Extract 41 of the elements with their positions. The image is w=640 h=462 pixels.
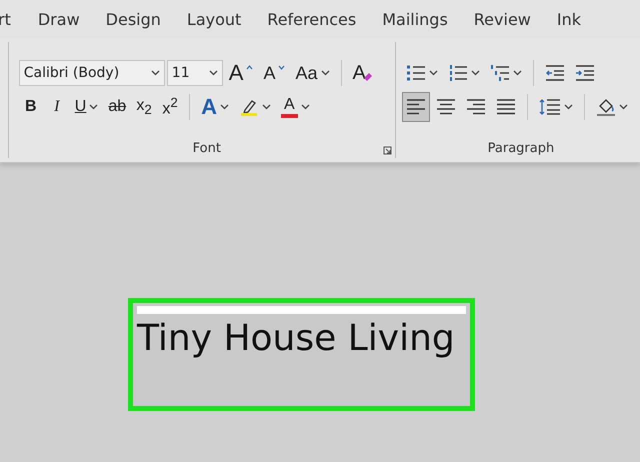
caret-icon [150, 70, 160, 76]
font-size-field[interactable]: 11 [166, 60, 223, 86]
caret-icon [246, 65, 254, 70]
text-effects-button[interactable]: A [197, 92, 234, 122]
strikethrough-button[interactable]: ab [104, 92, 130, 122]
ribbon-tab[interactable]: References [254, 4, 370, 34]
group-label: Font [192, 141, 221, 156]
dialog-launcher-icon [382, 146, 392, 155]
ribbon-tab[interactable]: Layout [174, 4, 254, 34]
caret-icon [208, 70, 218, 76]
multilevel-list-icon [490, 64, 510, 82]
caret-icon [278, 65, 286, 70]
bullet-list-icon [406, 64, 426, 82]
ribbon-tab[interactable]: Draw [24, 4, 93, 34]
shrink-font-button[interactable]: A [259, 58, 290, 88]
align-center-icon [436, 98, 456, 116]
clear-formatting-button[interactable]: A [348, 58, 377, 88]
line-spacing-icon [538, 98, 561, 116]
change-case-button[interactable]: Aa [291, 58, 334, 88]
script-button[interactable]: x$_{2}$ [132, 92, 156, 122]
bold-button[interactable]: B [18, 92, 43, 122]
numbered-list-icon [448, 64, 468, 82]
decrease-indent-icon [544, 64, 565, 82]
justify-icon [496, 98, 516, 116]
ribbon-tab[interactable]: Mailings [369, 4, 461, 34]
increase-indent-icon [574, 64, 595, 82]
underline-button[interactable]: U [70, 92, 102, 122]
group-label: Paragraph [488, 141, 554, 156]
script-button[interactable]: x$^{2}$ [158, 92, 182, 122]
font-name-field[interactable]: Calibri (Body) [18, 60, 165, 86]
document-heading: Tiny House Living [137, 318, 456, 359]
ribbon-tab[interactable]: Review [460, 4, 544, 34]
paint-bucket-icon [596, 97, 616, 117]
italic-button[interactable]: I [44, 92, 69, 122]
align-left-button[interactable] [402, 92, 430, 122]
grow-font-button[interactable]: A [224, 58, 258, 88]
ribbon-tab[interactable]: Design [92, 4, 174, 34]
font-color-button[interactable]: A [277, 92, 314, 122]
align-right-icon [466, 98, 486, 116]
align-left-icon [406, 98, 426, 116]
ribbon-tab[interactable]: Ink [544, 4, 594, 34]
